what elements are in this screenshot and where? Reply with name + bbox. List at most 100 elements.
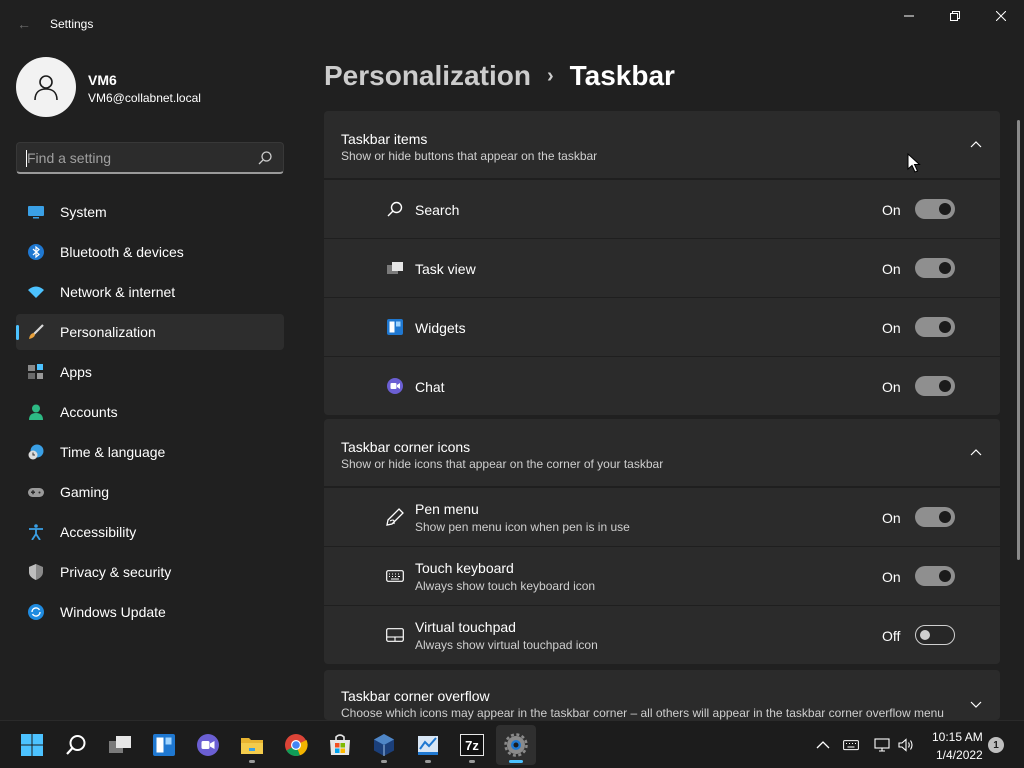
taskbar-task-view-button[interactable] xyxy=(100,725,140,765)
start-icon xyxy=(21,734,43,756)
sidebar-item-personalization[interactable]: Personalization xyxy=(16,314,284,350)
search-box[interactable] xyxy=(16,142,284,174)
clock-date[interactable]: 1/4/2022 xyxy=(936,748,983,762)
row-label: Task view xyxy=(415,261,476,277)
bluetooth-icon xyxy=(28,244,44,260)
breadcrumb-separator-icon: › xyxy=(546,64,554,87)
corner-icons-header[interactable]: Taskbar corner icons Show or hide icons … xyxy=(324,419,1000,487)
running-indicator xyxy=(381,760,387,763)
chevron-down-icon[interactable] xyxy=(970,698,982,710)
row-description: Show pen menu icon when pen is in use xyxy=(415,520,630,534)
section-subtitle: Choose which icons may appear in the tas… xyxy=(341,706,944,720)
restore-button[interactable] xyxy=(932,0,978,32)
widgets-setting-row: Widgets On xyxy=(324,297,1000,356)
row-description: Always show touch keyboard icon xyxy=(415,579,596,593)
virtualbox-icon xyxy=(374,734,394,756)
taskbar-chrome-button[interactable] xyxy=(276,725,316,765)
taskbar-widgets-button[interactable] xyxy=(144,725,184,765)
taskbar-7zip-button[interactable]: 7z xyxy=(452,725,492,765)
7zip-label: 7z xyxy=(465,737,479,753)
pen-menu-setting-row: Pen menu Show pen menu icon when pen is … xyxy=(324,487,1000,546)
file-explorer-icon xyxy=(241,738,263,754)
taskbar-virtualbox-button[interactable] xyxy=(364,725,404,765)
taskbar-store-button[interactable] xyxy=(320,725,360,765)
row-label: Chat xyxy=(415,379,445,395)
pen-menu-toggle[interactable] xyxy=(915,507,955,527)
back-arrow-icon: ← xyxy=(17,16,31,32)
task-view-setting-row: Task view On xyxy=(324,238,1000,297)
chat-setting-row: Chat On xyxy=(324,356,1000,415)
sidebar-item-apps[interactable]: Apps xyxy=(16,354,284,390)
chevron-up-icon[interactable] xyxy=(970,139,982,151)
brush-icon xyxy=(29,324,44,339)
sidebar-item-label: Personalization xyxy=(60,324,156,340)
row-label: Search xyxy=(415,202,460,218)
user-profile[interactable]: VM6 VM6@collabnet.local xyxy=(16,57,296,117)
breadcrumb-parent[interactable]: Personalization xyxy=(324,60,531,92)
touch-keyboard-toggle[interactable] xyxy=(915,566,955,586)
sidebar-item-bluetooth[interactable]: Bluetooth & devices xyxy=(16,234,284,270)
chevron-up-icon[interactable] xyxy=(815,737,831,753)
toggle-state: On xyxy=(882,261,901,277)
sidebar-item-label: Network & internet xyxy=(60,284,176,300)
profile-name: VM6 xyxy=(88,72,117,88)
mouse-pointer-icon xyxy=(907,153,921,173)
chat-icon xyxy=(197,734,219,756)
avatar xyxy=(16,57,76,117)
widgets-toggle[interactable] xyxy=(915,317,955,337)
section-title: Taskbar corner overflow xyxy=(341,688,490,704)
volume-icon[interactable] xyxy=(898,737,914,753)
running-indicator xyxy=(425,760,431,763)
accessibility-icon xyxy=(29,524,43,540)
sidebar-item-label: Accessibility xyxy=(60,524,137,540)
task-view-icon xyxy=(387,262,403,274)
title-bar: ← Settings xyxy=(0,0,1024,48)
search-input[interactable] xyxy=(27,149,247,167)
taskbar-items-header[interactable]: Taskbar items Show or hide buttons that … xyxy=(324,111,1000,179)
row-label: Touch keyboard xyxy=(415,560,514,576)
search-icon[interactable] xyxy=(257,150,273,166)
sidebar-item-label: System xyxy=(60,204,107,220)
row-label: Widgets xyxy=(415,320,466,336)
close-icon xyxy=(996,11,1006,21)
virtual-touchpad-toggle[interactable] xyxy=(915,625,955,645)
clock-globe-icon xyxy=(28,444,44,460)
wifi-icon xyxy=(28,286,44,298)
profile-email: VM6@collabnet.local xyxy=(88,91,201,105)
minimize-button[interactable] xyxy=(886,0,932,32)
taskbar-settings-button[interactable] xyxy=(496,725,536,765)
sidebar-item-time-language[interactable]: Time & language xyxy=(16,434,284,470)
row-description: Always show virtual touchpad icon xyxy=(415,638,598,652)
back-button[interactable]: ← xyxy=(12,12,36,36)
taskbar-chat-button[interactable] xyxy=(188,725,228,765)
taskbar-network-tool-button[interactable] xyxy=(408,725,448,765)
keyboard-icon xyxy=(386,570,404,582)
virtual-touchpad-setting-row: Virtual touchpad Always show virtual tou… xyxy=(324,605,1000,664)
notification-badge[interactable]: 1 xyxy=(988,737,1004,753)
network-icon[interactable] xyxy=(874,737,890,753)
task-view-toggle[interactable] xyxy=(915,258,955,278)
sidebar-item-network[interactable]: Network & internet xyxy=(16,274,284,310)
sidebar-item-gaming[interactable]: Gaming xyxy=(16,474,284,510)
sidebar-item-accounts[interactable]: Accounts xyxy=(16,394,284,430)
clock-time[interactable]: 10:15 AM xyxy=(932,730,983,744)
scrollbar[interactable] xyxy=(1017,120,1020,560)
close-button[interactable] xyxy=(978,0,1024,32)
chevron-up-icon[interactable] xyxy=(970,447,982,459)
section-title: Taskbar corner icons xyxy=(341,439,471,455)
touch-keyboard-setting-row: Touch keyboard Always show touch keyboar… xyxy=(324,546,1000,605)
taskbar-search-button[interactable] xyxy=(56,725,96,765)
corner-overflow-header[interactable]: Taskbar corner overflow Choose which ico… xyxy=(324,670,1000,720)
search-setting-row: Search On xyxy=(324,179,1000,238)
toggle-state: On xyxy=(882,510,901,526)
search-icon xyxy=(66,735,86,755)
sidebar-item-privacy[interactable]: Privacy & security xyxy=(16,554,284,590)
taskbar-file-explorer-button[interactable] xyxy=(232,725,272,765)
search-toggle[interactable] xyxy=(915,199,955,219)
sidebar-item-windows-update[interactable]: Windows Update xyxy=(16,594,284,630)
sidebar-item-accessibility[interactable]: Accessibility xyxy=(16,514,284,550)
chat-toggle[interactable] xyxy=(915,376,955,396)
keyboard-icon[interactable] xyxy=(843,737,859,753)
start-button[interactable] xyxy=(12,725,52,765)
sidebar-item-system[interactable]: System xyxy=(16,194,284,230)
